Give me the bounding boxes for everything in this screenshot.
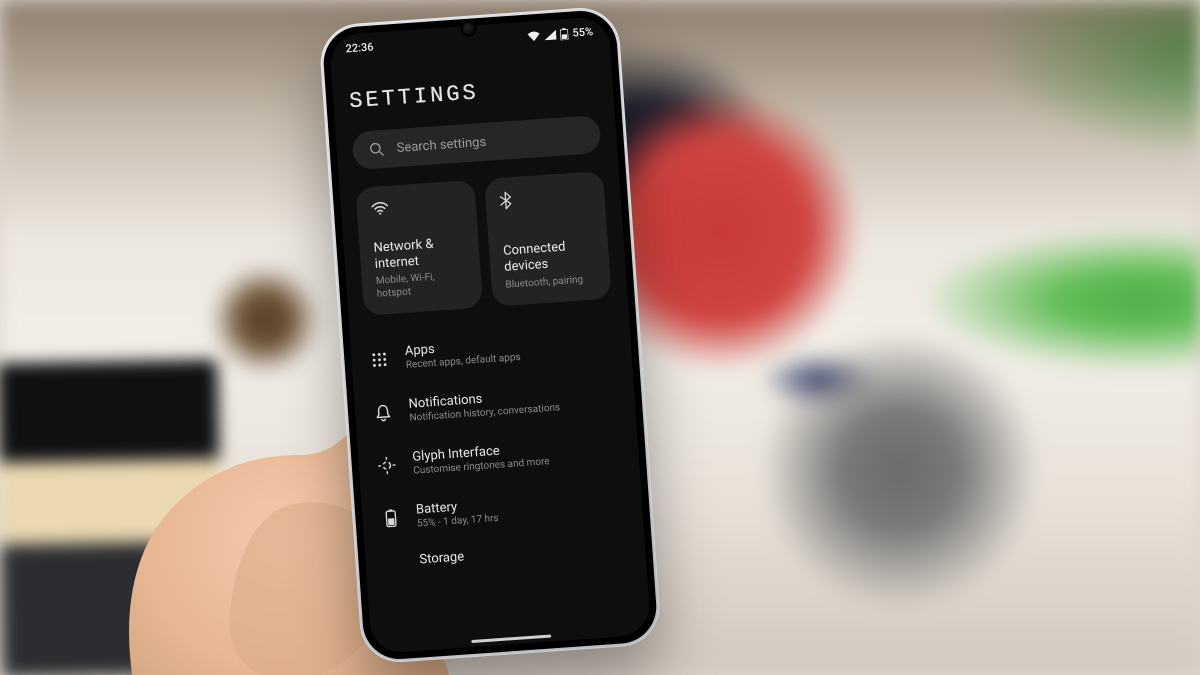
background-books [0, 343, 223, 675]
signal-status-icon [544, 29, 557, 40]
bluetooth-icon [499, 191, 512, 210]
search-settings[interactable]: Search settings [352, 115, 602, 170]
card-title: Network & internet [373, 234, 466, 273]
phone-frame: 22:36 55% SETTINGS Search settings Netwo [318, 5, 662, 664]
glyph-icon [377, 455, 396, 474]
card-subtitle: Mobile, Wi-Fi, hotspot [376, 269, 469, 300]
bell-icon [375, 403, 392, 422]
search-icon [368, 141, 385, 158]
page-title: SETTINGS [349, 72, 598, 114]
card-subtitle: Bluetooth, pairing [505, 273, 597, 292]
phone-screen: 22:36 55% SETTINGS Search settings Netwo [329, 16, 652, 654]
row-title: Storage [419, 549, 465, 567]
wifi-icon [370, 201, 389, 216]
card-connected-devices[interactable]: Connected devices Bluetooth, pairing [484, 171, 612, 307]
wifi-status-icon [527, 30, 541, 41]
apps-icon [371, 351, 388, 368]
card-network-internet[interactable]: Network & internet Mobile, Wi-Fi, hotspo… [355, 180, 483, 316]
search-placeholder: Search settings [396, 134, 486, 155]
battery-icon [384, 509, 396, 528]
battery-status-icon [560, 27, 569, 40]
battery-percent: 55% [572, 25, 593, 39]
card-title: Connected devices [503, 238, 596, 277]
clock: 22:36 [345, 40, 374, 55]
settings-list: Apps Recent apps, default apps Notificat… [366, 316, 630, 570]
